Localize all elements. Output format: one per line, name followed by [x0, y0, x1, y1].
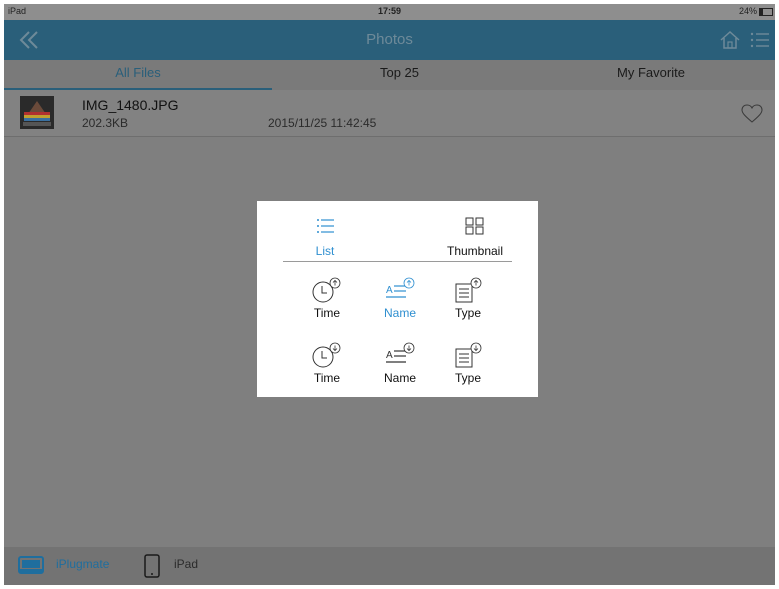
clock-down-icon — [312, 342, 341, 368]
doc-down-icon — [455, 342, 482, 368]
sort-type-asc-label: Type — [454, 306, 481, 320]
sort-name-desc-option[interactable]: A Name — [375, 342, 425, 385]
view-thumbnail-label: Thumbnail — [446, 244, 504, 258]
file-thumbnail — [20, 96, 54, 129]
view-list-option[interactable]: List — [295, 217, 355, 258]
sort-time-desc-option[interactable]: Time — [302, 342, 352, 385]
sort-type-asc-option[interactable]: Type — [443, 277, 493, 320]
clock-up-icon — [312, 277, 341, 303]
name-down-icon: A — [386, 342, 415, 363]
ipad-icon[interactable] — [144, 554, 160, 578]
menu-icon[interactable] — [749, 29, 771, 51]
tab-my-favorite[interactable]: My Favorite — [527, 60, 775, 90]
sort-time-desc-label: Time — [313, 371, 341, 385]
ipad-label[interactable]: iPad — [174, 557, 198, 571]
page-title: Photos — [366, 31, 413, 48]
name-up-icon: A — [386, 277, 415, 298]
battery-percent: 24% — [738, 6, 757, 16]
home-icon[interactable] — [719, 29, 741, 51]
tab-top-25[interactable]: Top 25 — [272, 60, 527, 90]
sort-time-asc-option[interactable]: Time — [302, 277, 352, 320]
sort-name-desc-label: Name — [383, 371, 416, 385]
battery-icon — [759, 8, 773, 16]
sort-name-asc-label: Name — [383, 306, 416, 320]
tab-all-files[interactable]: All Files — [4, 60, 272, 90]
sort-time-asc-label: Time — [313, 306, 341, 320]
iplugmate-icon[interactable] — [18, 556, 44, 576]
file-size: 202.3KB — [82, 116, 129, 130]
tab-bar: All Files Top 25 My Favorite — [4, 60, 775, 90]
app-screen: iPad 17:59 24% Photos All Files Top 25 M… — [4, 4, 775, 585]
list-item[interactable]: IMG_1480.JPG 202.3KB 2015/11/25 11:42:45 — [4, 90, 775, 137]
status-bar: iPad 17:59 24% — [4, 4, 775, 20]
bottom-bar: iPlugmate iPad — [4, 547, 775, 585]
sort-name-asc-option[interactable]: A Name — [375, 277, 425, 320]
view-list-label: List — [315, 244, 335, 258]
divider — [283, 261, 512, 262]
list-icon — [317, 219, 334, 233]
svg-text:A: A — [386, 285, 393, 296]
view-thumbnail-option[interactable]: Thumbnail — [435, 217, 515, 258]
clock: 17:59 — [377, 6, 402, 16]
nav-bar: Photos — [4, 20, 775, 60]
grid-icon — [465, 217, 484, 235]
file-name: IMG_1480.JPG — [82, 97, 179, 113]
view-sort-popup: List Thumbnail Time A Name Type Time A N… — [257, 201, 538, 397]
doc-up-icon — [455, 277, 482, 303]
sort-type-desc-option[interactable]: Type — [443, 342, 493, 385]
sort-type-desc-label: Type — [454, 371, 481, 385]
iplugmate-label[interactable]: iPlugmate — [56, 557, 109, 571]
file-date: 2015/11/25 11:42:45 — [268, 116, 377, 130]
svg-text:A: A — [386, 350, 393, 361]
heart-icon[interactable] — [741, 104, 763, 124]
